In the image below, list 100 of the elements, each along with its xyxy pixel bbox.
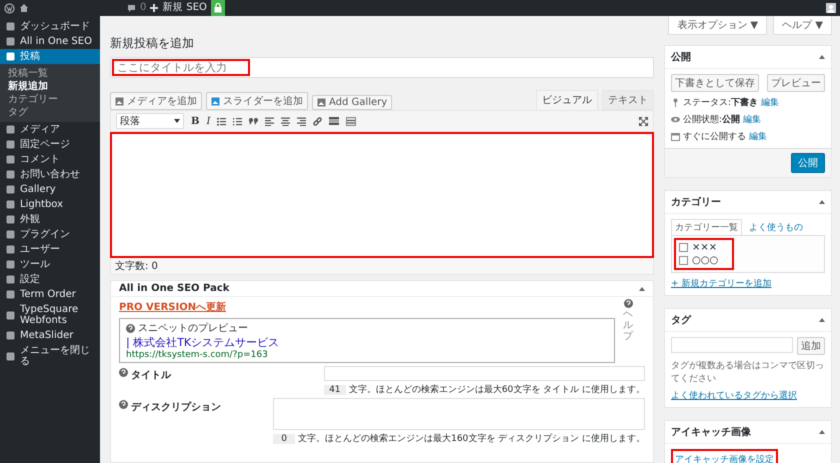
collapse-icon[interactable] bbox=[639, 286, 645, 290]
collapse-icon[interactable] bbox=[819, 200, 825, 204]
checkbox[interactable] bbox=[679, 243, 688, 252]
sidebar-item[interactable]: ツール bbox=[0, 257, 100, 272]
collapse-icon[interactable] bbox=[819, 430, 825, 434]
square-icon bbox=[6, 185, 15, 194]
collapse-icon[interactable] bbox=[819, 55, 825, 59]
plus-icon[interactable] bbox=[150, 4, 158, 12]
panel-title: All in One SEO Pack bbox=[119, 283, 230, 294]
square-icon bbox=[6, 37, 15, 46]
image-icon bbox=[211, 96, 220, 106]
format-select[interactable]: 段落 bbox=[116, 113, 184, 129]
quote-icon[interactable] bbox=[249, 118, 258, 124]
sidebar-item[interactable]: メディア bbox=[0, 122, 100, 137]
image-icon bbox=[115, 96, 124, 106]
screen-tab-button[interactable]: ヘルプ ▼ bbox=[773, 16, 832, 35]
seo-menu-link[interactable]: SEO bbox=[186, 2, 207, 14]
sidebar-item[interactable]: Gallery bbox=[0, 182, 100, 197]
link-icon[interactable] bbox=[313, 116, 322, 126]
submenu-item[interactable]: 新規追加 bbox=[0, 80, 100, 93]
eye-icon bbox=[671, 115, 680, 124]
panel-title: タグ bbox=[671, 314, 691, 327]
pro-version-link[interactable]: PRO VERSIONへ更新 bbox=[119, 302, 226, 313]
new-menu-link[interactable]: 新規 bbox=[162, 2, 182, 14]
input-field[interactable] bbox=[324, 366, 645, 381]
edit-link[interactable]: 編集 bbox=[743, 113, 762, 126]
italic-button[interactable]: I bbox=[206, 116, 210, 126]
preview-button[interactable]: プレビュー bbox=[767, 74, 825, 92]
more-tag-icon[interactable] bbox=[329, 117, 340, 125]
panel-title: 公開 bbox=[671, 50, 691, 64]
align-left-icon[interactable] bbox=[265, 116, 274, 126]
help-label[interactable]: ヘルプ bbox=[623, 309, 633, 342]
sidebar-item[interactable]: 投稿 bbox=[0, 49, 100, 64]
sidebar-item[interactable]: メニューを閉じる bbox=[0, 343, 100, 369]
submenu-item[interactable]: カテゴリー bbox=[0, 93, 100, 106]
lock-icon[interactable] bbox=[210, 0, 225, 16]
sidebar-item[interactable]: 固定ページ bbox=[0, 137, 100, 152]
sidebar-item[interactable]: ダッシュボード bbox=[0, 19, 100, 34]
title-input[interactable]: ここにタイトルを入力 bbox=[112, 59, 250, 76]
sidebar-item[interactable]: お問い合わせ bbox=[0, 167, 100, 182]
align-right-icon[interactable] bbox=[297, 116, 306, 126]
sidebar-item[interactable]: 外観 bbox=[0, 212, 100, 227]
sidebar-item[interactable]: TypeSquare Webfonts bbox=[0, 302, 100, 328]
publish-button[interactable]: 公開 bbox=[791, 153, 825, 173]
fullscreen-icon[interactable] bbox=[639, 116, 648, 126]
add-category-link[interactable]: + 新規カテゴリーを追加 bbox=[671, 277, 825, 290]
screen-tab-button[interactable]: 表示オプション ▼ bbox=[668, 16, 768, 35]
submenu-item[interactable]: タグ bbox=[0, 106, 100, 119]
media-button[interactable]: スライダーを追加 bbox=[206, 92, 308, 110]
sidebar-item[interactable]: All in One SEO bbox=[0, 34, 100, 49]
align-center-icon[interactable] bbox=[281, 116, 290, 126]
comment-icon[interactable] bbox=[127, 4, 136, 12]
edit-link[interactable]: 編集 bbox=[761, 96, 780, 109]
tag-input[interactable] bbox=[671, 337, 793, 353]
editor-area[interactable] bbox=[110, 132, 654, 258]
bullet-list-icon[interactable] bbox=[217, 116, 226, 126]
edit-link[interactable]: 編集 bbox=[749, 130, 767, 143]
square-icon bbox=[6, 310, 15, 320]
numbered-list-icon[interactable] bbox=[233, 116, 242, 126]
square-icon bbox=[6, 155, 15, 164]
publish-status-text: すぐに公開する bbox=[683, 130, 746, 143]
snippet-title: | 株式会社TKシステムサービス bbox=[126, 335, 280, 350]
toolbar-toggle-icon[interactable] bbox=[346, 116, 356, 126]
bold-button[interactable]: B bbox=[191, 116, 200, 126]
sidebar-item[interactable]: 設定 bbox=[0, 272, 100, 287]
tag-hint: タグが複数ある場合はコンマで区切ってください bbox=[671, 360, 825, 385]
popular-tags-link[interactable]: よく使われているタグから選択 bbox=[671, 389, 825, 402]
field-note: 文字。ほとんどの検索エンジンは最大160文字を ディスクリプション に使用します。 bbox=[298, 432, 645, 445]
category-tab[interactable]: よく使うもの bbox=[745, 219, 807, 236]
square-icon bbox=[6, 52, 15, 61]
help-icon[interactable] bbox=[126, 324, 135, 332]
sidebar-item[interactable]: MetaSlider bbox=[0, 328, 100, 343]
help-icon[interactable] bbox=[119, 368, 128, 377]
comment-count: 0 bbox=[140, 2, 146, 14]
add-tag-button[interactable]: 追加 bbox=[797, 337, 825, 355]
character-count: 0 bbox=[273, 434, 296, 444]
help-icon[interactable] bbox=[119, 400, 128, 409]
sidebar-item[interactable]: Lightbox bbox=[0, 197, 100, 212]
sidebar-item[interactable]: コメント bbox=[0, 152, 100, 167]
character-count: 41 bbox=[324, 384, 346, 394]
sidebar-item[interactable]: プラグイン bbox=[0, 227, 100, 242]
submenu-item[interactable]: 投稿一覧 bbox=[0, 67, 100, 80]
square-icon bbox=[6, 245, 15, 254]
square-icon bbox=[6, 260, 15, 269]
field-label: タイトル bbox=[131, 369, 171, 382]
sidebar-item[interactable]: Term Order bbox=[0, 287, 100, 302]
square-icon bbox=[6, 200, 15, 209]
checkbox[interactable] bbox=[679, 256, 688, 265]
collapse-icon[interactable] bbox=[819, 318, 825, 322]
editor-tab[interactable]: テキスト bbox=[602, 90, 654, 110]
panel-title: アイキャッチ画像 bbox=[671, 426, 751, 439]
editor-tab[interactable]: ビジュアル bbox=[536, 90, 598, 110]
home-icon[interactable] bbox=[19, 3, 29, 13]
save-draft-button[interactable]: 下書きとして保存 bbox=[671, 74, 759, 92]
publish-status-text: ステータス:下書き bbox=[683, 96, 758, 109]
media-button[interactable]: Add Gallery bbox=[312, 95, 392, 110]
sidebar-item[interactable]: ユーザー bbox=[0, 242, 100, 257]
media-button[interactable]: メディアを追加 bbox=[110, 92, 202, 110]
wordpress-logo-icon[interactable] bbox=[4, 2, 15, 14]
help-icon[interactable] bbox=[624, 299, 632, 308]
